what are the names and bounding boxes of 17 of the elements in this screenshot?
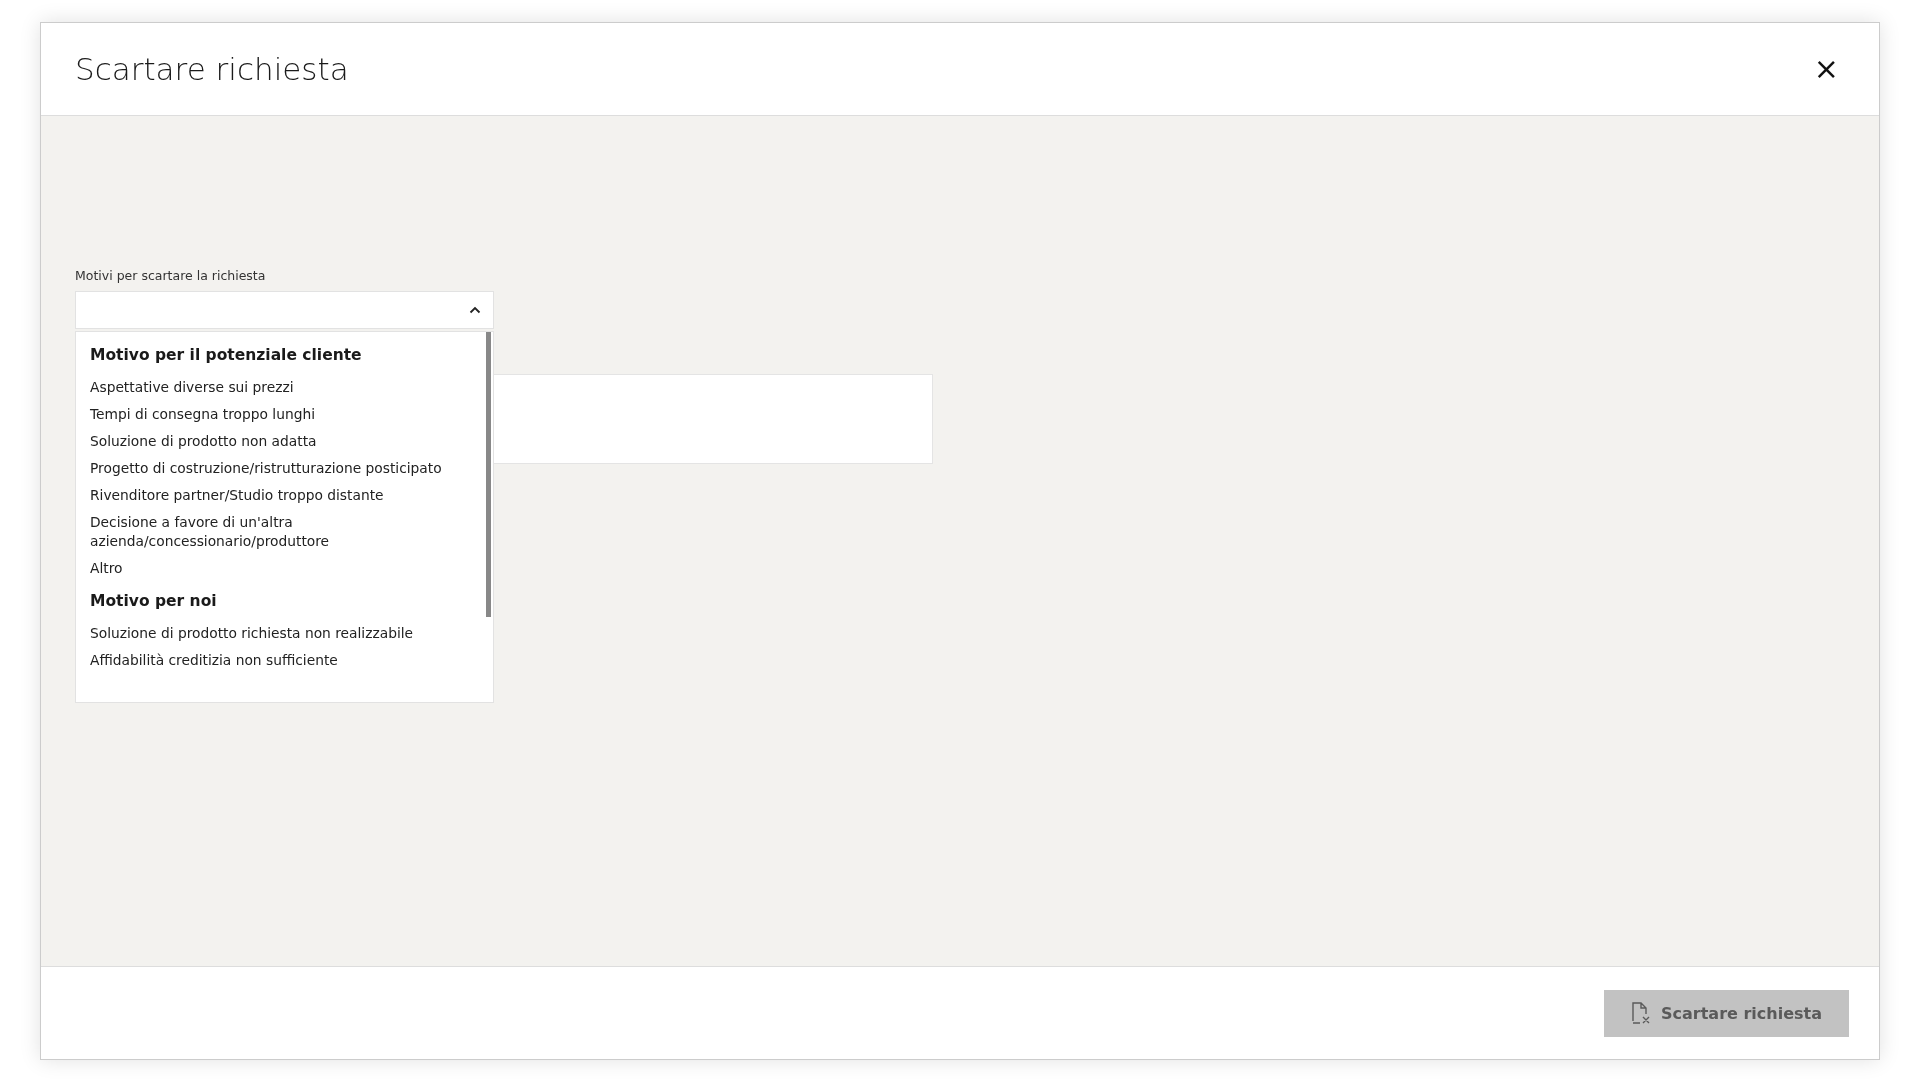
dropdown-option[interactable]: Soluzione di prodotto richiesta non realizzabile [90,620,414,647]
scrollbar-thumb[interactable] [486,332,491,617]
document-x-icon [1631,1001,1651,1025]
close-button[interactable]: × [1809,54,1843,84]
dialog-title: Scartare richiesta [75,51,349,87]
dropdown-option[interactable]: Progetto di costruzione/ristrutturazione posticipato [90,455,442,482]
dropdown-option[interactable]: Altro [90,555,123,582]
reason-select[interactable] [75,291,494,329]
field-label: Motivi per scartare la richiesta [75,268,267,283]
dropdown-option[interactable]: Tempi di consegna troppo lunghi [90,401,315,428]
dropdown-option[interactable]: Decisione a favore di un'altra azienda/concessionario/produttore [90,509,454,555]
dropdown-option[interactable]: Soluzione di prodotto non adatta [90,428,317,455]
dropdown-option[interactable]: Affidabilità creditizia non sufficiente [90,647,338,674]
group-header: Motivo per il potenziale cliente [90,346,362,364]
group-header: Motivo per noi [90,592,217,610]
dropdown-option[interactable]: Aspettative diverse sui prezzi [90,374,294,401]
dropdown-option[interactable]: Rivenditore partner/Studio troppo distante [90,482,384,509]
